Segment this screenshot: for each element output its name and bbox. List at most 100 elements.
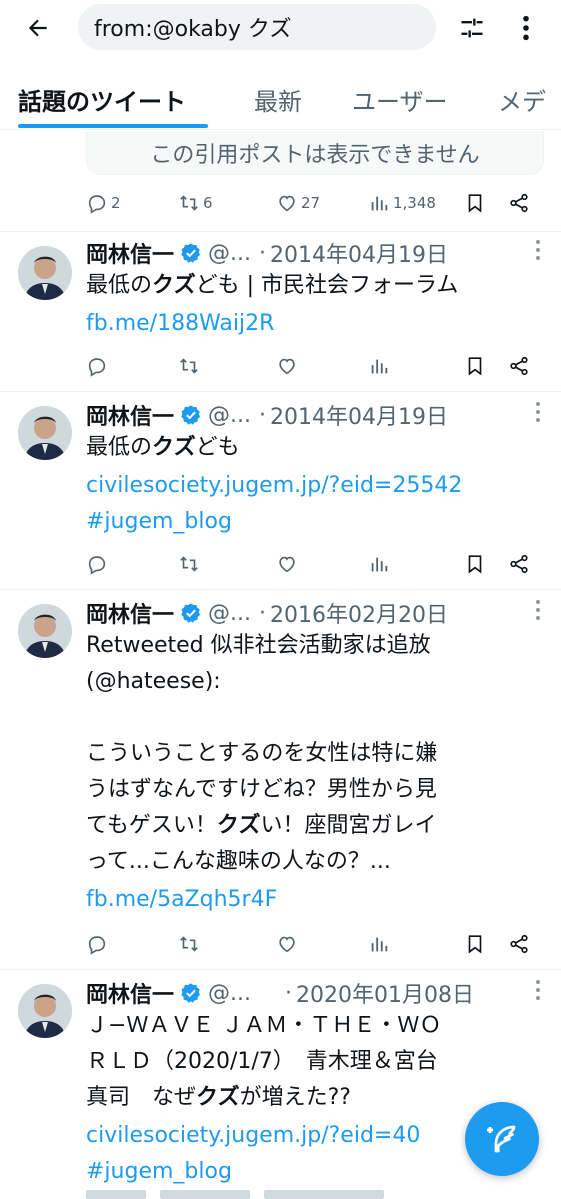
views-button[interactable]: 1,348 — [368, 185, 436, 221]
tweet-date[interactable]: 2016年02月20日 — [270, 597, 448, 629]
reply-button[interactable]: 2 — [86, 185, 121, 221]
tweet-text-line: うはずなんですけどね？男性から見 — [86, 777, 437, 802]
bookmark-icon — [468, 555, 482, 574]
reply-button[interactable] — [86, 348, 108, 384]
retweet-button[interactable]: 6 — [178, 185, 213, 221]
tweet[interactable]: 岡林信一 @... · 2014年04月19日 最低のクズども | 市民社会フォ… — [0, 231, 561, 391]
tweet-text-line: こういうことするのを女性は特に嫌 — [86, 741, 438, 766]
like-button[interactable]: 27 — [276, 185, 320, 221]
author-name[interactable]: 岡林信一 — [86, 237, 174, 269]
tweet-date[interactable]: 2014年04月19日 — [270, 237, 448, 269]
search-highlight: クズ — [152, 273, 196, 298]
author-name[interactable]: 岡林信一 — [86, 977, 174, 1009]
like-button[interactable] — [276, 546, 298, 582]
author-handle[interactable]: @... — [208, 601, 251, 626]
heart-icon — [279, 556, 295, 573]
bookmark-icon — [468, 357, 482, 376]
bookmark-button[interactable] — [464, 926, 486, 962]
tweet-text: 最低のクズども — [86, 432, 549, 464]
tweet-link[interactable]: fb.me/188Waij2R — [86, 308, 549, 340]
share-button[interactable] — [508, 348, 530, 384]
share-button[interactable] — [508, 926, 530, 962]
text-segment: てもゲスい！ — [86, 813, 217, 838]
author-name[interactable]: 岡林信一 — [86, 399, 174, 431]
avatar[interactable] — [18, 246, 72, 300]
heart-icon — [279, 195, 295, 212]
filter-sliders-icon[interactable] — [452, 8, 492, 48]
tweet-actions: 2 6 27 1,348 — [86, 185, 536, 221]
heart-icon — [279, 936, 295, 953]
search-highlight: クズ — [196, 1085, 240, 1110]
tab-users[interactable]: ユーザー — [352, 82, 448, 117]
like-button[interactable] — [276, 348, 298, 384]
like-count: 27 — [301, 194, 321, 212]
reply-button[interactable] — [86, 926, 108, 962]
like-button[interactable] — [276, 926, 298, 962]
avatar[interactable] — [18, 406, 72, 460]
tweet-link[interactable]: civilesociety.jugem.jp/?eid=25542 — [86, 470, 549, 502]
reply-icon — [88, 358, 106, 377]
search-input[interactable]: from:@okaby クズ — [78, 4, 436, 50]
share-icon — [510, 554, 528, 574]
tweet-actions — [86, 546, 536, 582]
tab-top[interactable]: 話題のツイート — [18, 82, 186, 117]
share-button[interactable] — [508, 185, 530, 221]
active-tab-indicator — [18, 124, 208, 128]
tweet-menu-icon[interactable] — [533, 980, 543, 1000]
tweet[interactable]: 岡林信一 @... · 2014年04月19日 最低のクズども civileso… — [0, 391, 561, 589]
tab-latest[interactable]: 最新 — [254, 82, 302, 117]
views-chart-icon — [371, 937, 388, 952]
tweet-actions — [86, 926, 536, 962]
views-chart-icon — [371, 359, 388, 374]
tweet-text-line: (@hateese): — [86, 669, 221, 694]
reply-button[interactable] — [86, 546, 108, 582]
author-name[interactable]: 岡林信一 — [86, 597, 174, 629]
author-handle[interactable]: @... — [208, 981, 251, 1006]
tweet-date[interactable]: 2020年01月08日 — [296, 977, 474, 1009]
retweet-button[interactable] — [178, 546, 200, 582]
text-segment: ども — [195, 435, 240, 460]
verified-badge-icon — [180, 242, 202, 264]
author-handle[interactable]: @... — [208, 403, 251, 428]
hashtag-link[interactable]: #jugem_blog — [86, 506, 549, 538]
views-chart-icon — [371, 557, 388, 572]
tab-media[interactable]: メデ — [498, 82, 546, 117]
search-query: from:@okaby クズ — [94, 17, 292, 42]
share-icon — [510, 934, 528, 954]
views-button[interactable] — [368, 546, 390, 582]
tweet-link[interactable]: fb.me/5aZqh5r4F — [86, 884, 549, 916]
next-content-peek — [86, 1190, 466, 1199]
tweet-date[interactable]: 2014年04月19日 — [270, 399, 448, 431]
avatar[interactable] — [18, 604, 72, 658]
verified-badge-icon — [180, 602, 202, 624]
compose-post-button[interactable] — [465, 1102, 539, 1176]
author-handle[interactable]: @... — [208, 241, 251, 266]
bookmark-icon — [468, 935, 482, 954]
views-button[interactable] — [368, 348, 390, 384]
separator-dot: · — [259, 240, 266, 266]
retweet-button[interactable] — [178, 348, 200, 384]
bookmark-button[interactable] — [464, 185, 486, 221]
views-button[interactable] — [368, 926, 390, 962]
separator-dot: · — [259, 402, 266, 428]
share-button[interactable] — [508, 546, 530, 582]
text-segment: い！座間宮ガレイ — [260, 813, 437, 838]
bookmark-button[interactable] — [464, 348, 486, 384]
feather-plus-icon — [487, 1125, 516, 1153]
tweet-menu-icon[interactable] — [533, 600, 543, 620]
tweet-menu-icon[interactable] — [533, 240, 543, 260]
avatar[interactable] — [18, 984, 72, 1038]
tweet-header: 岡林信一 @... · 2014年04月19日 — [86, 236, 541, 270]
tweet-header: 岡林信一 @... · 2016年02月20日 — [86, 596, 541, 630]
text-segment: が増えた?? — [239, 1085, 351, 1110]
reply-icon — [88, 195, 106, 214]
text-segment: 最低の — [86, 435, 153, 460]
back-arrow-icon[interactable] — [18, 10, 58, 46]
tweet-menu-icon[interactable] — [533, 402, 543, 422]
bookmark-button[interactable] — [464, 546, 486, 582]
retweet-count: 6 — [203, 194, 213, 212]
tweet-actions — [86, 348, 536, 384]
tweet[interactable]: 岡林信一 @... · 2016年02月20日 Retweeted 似非社会活動… — [0, 589, 561, 969]
retweet-button[interactable] — [178, 926, 200, 962]
more-vertical-icon[interactable] — [508, 8, 544, 48]
